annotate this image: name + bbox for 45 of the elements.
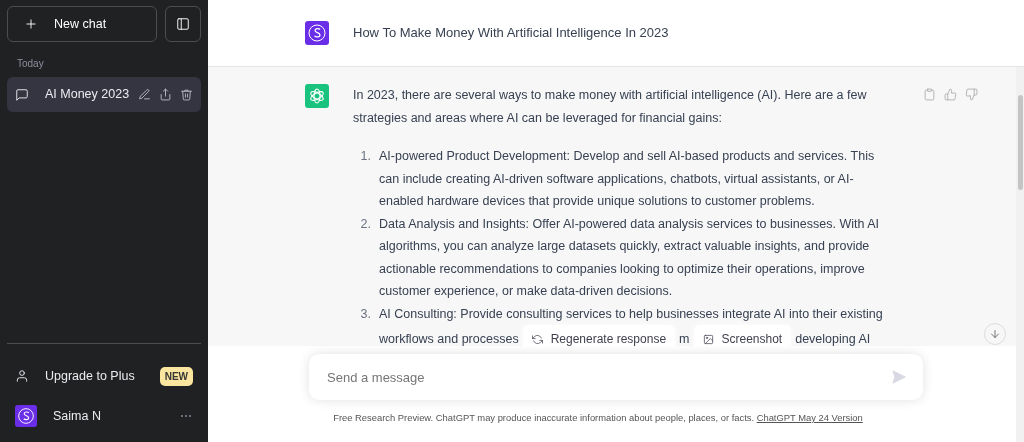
- user-menu[interactable]: Saima N: [7, 396, 201, 436]
- arrow-down-icon: [989, 328, 1001, 340]
- conversation-title: How To Make Money With Artificial Intelligence In 2023: [353, 24, 669, 43]
- thumbs-down-icon[interactable]: [965, 88, 978, 101]
- chat-title[interactable]: AI Money 2023: [45, 85, 130, 104]
- send-icon[interactable]: [891, 369, 907, 385]
- regenerate-button[interactable]: Regenerate response: [522, 325, 676, 346]
- message-field[interactable]: Send a message: [325, 354, 891, 400]
- sidebar-icon: [176, 17, 190, 31]
- list-item-text: developing AI: [795, 331, 871, 346]
- scrollbar[interactable]: [1016, 67, 1024, 442]
- avatar-icon: [15, 405, 37, 427]
- chat-item[interactable]: AI Money 2023: [7, 77, 201, 112]
- thumbs-up-icon[interactable]: [944, 88, 957, 101]
- list-number: 2.: [359, 215, 371, 233]
- chat-icon: [15, 87, 29, 102]
- upgrade-label: Upgrade to Plus: [45, 367, 136, 385]
- image-icon: [702, 333, 714, 345]
- trash-icon[interactable]: [180, 88, 193, 101]
- scroll-down-button[interactable]: [984, 323, 1006, 345]
- assistant-logo-icon: [305, 84, 329, 108]
- list-item-text: AI Consulting: Provide consulting services to help businesses integrate AI into their existing: [379, 305, 883, 323]
- sidebar-toggle-button[interactable]: [165, 6, 201, 42]
- new-chat-button[interactable]: New chat: [7, 6, 157, 42]
- list-item-text: workflows and processes: [379, 331, 519, 346]
- pen-icon[interactable]: [138, 88, 151, 101]
- clipboard-icon[interactable]: [923, 88, 936, 101]
- avatar-icon: [305, 21, 329, 45]
- list-number: 1.: [359, 148, 371, 165]
- list-number: 3.: [359, 305, 371, 323]
- user-name: Saima N: [53, 407, 102, 425]
- plus-icon: [24, 17, 38, 31]
- list-item-text: Data Analysis and Insights: Offer AI-powered data analysis services to businesses. With AI algorithms, you can analyze large datasets quickly, extract valuable insights, and provide actionable recommendations to companies looking to optimize their operations, improve customer experience, or make data-driven decisions.: [379, 215, 881, 300]
- section-label: Today: [16, 57, 45, 71]
- upgrade-item[interactable]: Upgrade to Plus NEW: [7, 356, 201, 396]
- list-item-text: m: [679, 331, 690, 346]
- answer-paragraph: In 2023, there are several ways to make money with artificial intelligence (AI). Here are a few strategies and areas where AI can be leveraged for financial gains:: [353, 87, 868, 127]
- version-link[interactable]: ChatGPT May 24 Version: [756, 412, 863, 423]
- new-badge: NEW: [159, 366, 193, 386]
- user-icon: [15, 369, 29, 383]
- screenshot-button[interactable]: Screenshot: [693, 325, 792, 346]
- list-item-text: AI-powered Product Development: Develop and sell AI-based products and services. This can include creating AI-driven software applications, chatbots, virtual assistants, or AI-enabled hardware devices that provide unique solutions to customer problems.: [379, 148, 876, 210]
- footer-text: Free Research Preview. ChatGPT may produce inaccurate information about people, places, or facts. ChatGPT May 24 Version: [332, 411, 864, 425]
- share-icon[interactable]: [159, 88, 172, 101]
- refresh-icon: [531, 333, 543, 345]
